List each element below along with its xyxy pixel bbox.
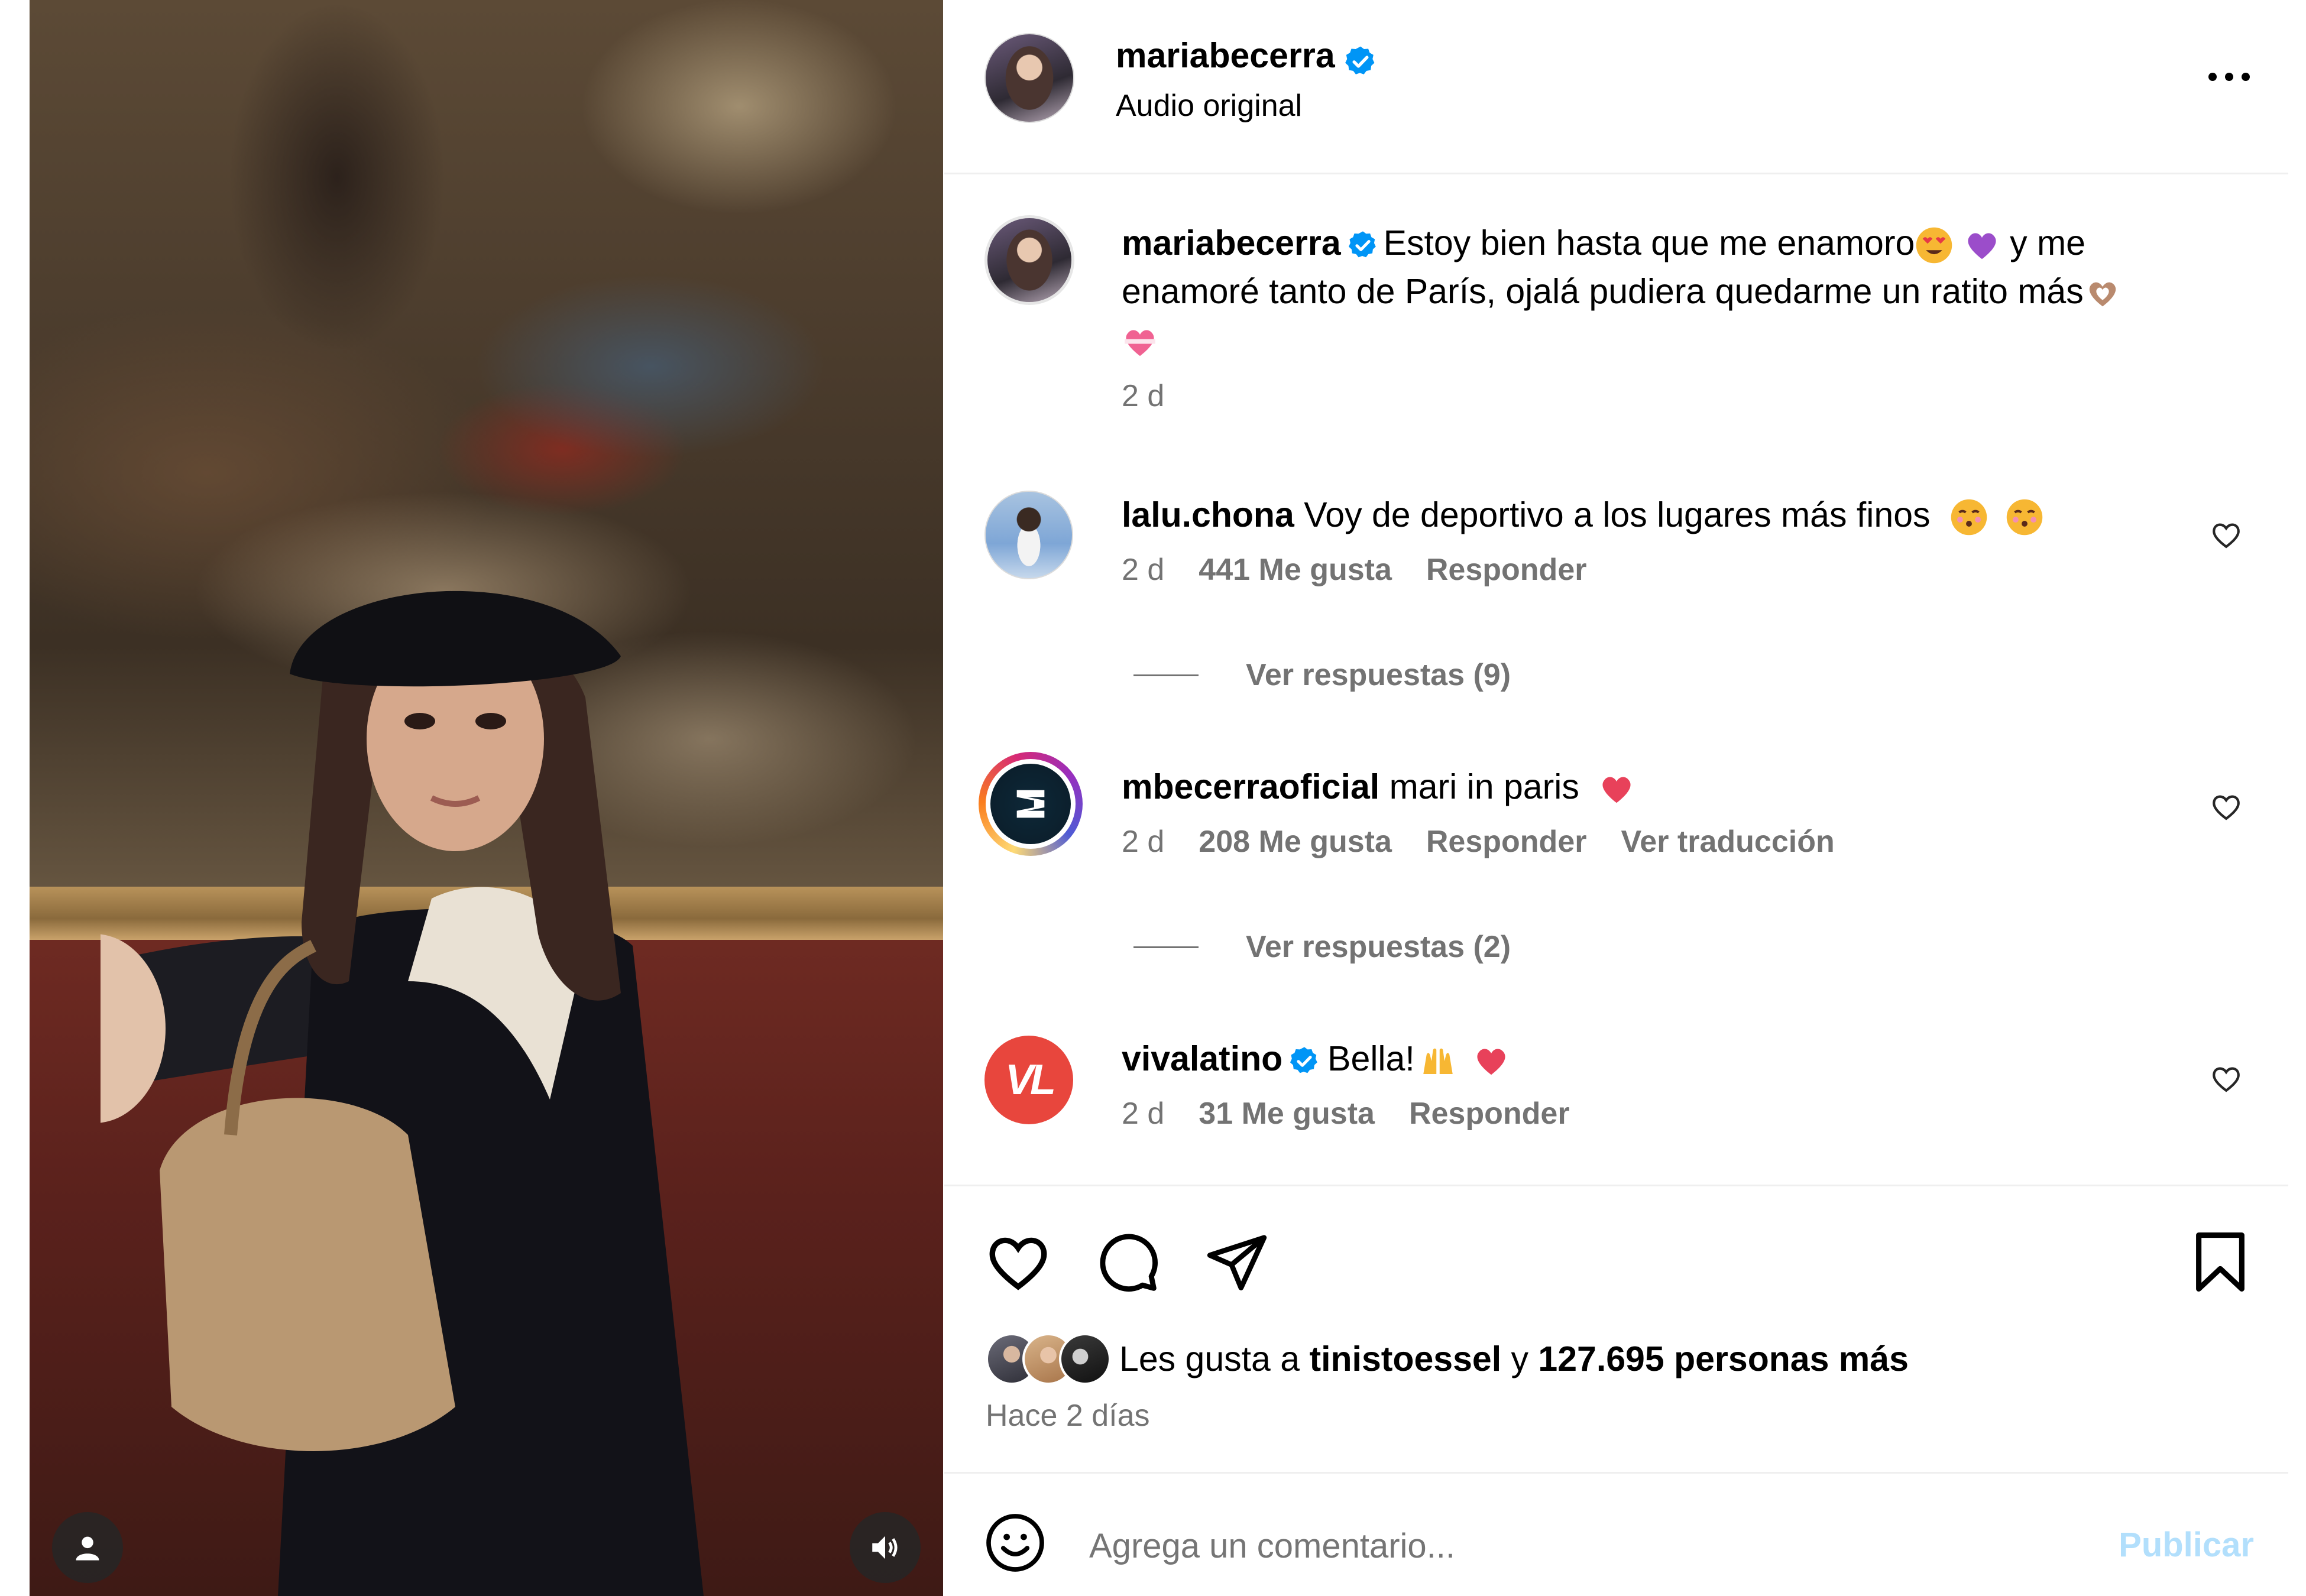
heart-icon [2213,1067,2240,1092]
caption-line1b: y me [2010,223,2085,262]
like-button[interactable] [980,1224,1057,1300]
comment-2-text: mari in paris [1389,767,1579,806]
post-side-panel: mariabecerra Audio original mariabecerra… [944,0,2288,1596]
share-button[interactable] [1199,1224,1275,1300]
caption-text: mariabecerra Estoy bien hasta que me enam… [1122,219,2233,364]
comment-2-username[interactable]: mbecerraoficial [1122,767,1379,806]
comment-3-time[interactable]: 2 d [1122,1096,1164,1131]
audio-label[interactable]: Audio original [1116,88,1378,124]
heart-eyes-emoji-icon [1916,228,1952,264]
verified-badge-icon [1290,1047,1317,1073]
kissing-face-emoji-icon [2007,499,2043,536]
author-avatar[interactable] [984,33,1074,123]
likes-text: Les gusta a tinistoessel y 127.695 perso… [1119,1335,1909,1383]
comment-1-like-button[interactable] [2205,514,2247,556]
heart-hands-emoji-icon [2089,282,2116,307]
comment-2-reply-button[interactable]: Responder [1426,824,1587,859]
comment-avatar-mbecerra [990,764,1071,844]
comment-2-view-replies[interactable]: Ver respuestas (2) [1133,929,1511,965]
verified-badge-icon [1348,231,1376,258]
comment-2-body: mbecerraoficial mari in paris [1122,763,1835,811]
caption-avatar[interactable] [984,215,1074,305]
comment-3-username[interactable]: vivalatino [1122,1039,1282,1078]
user-tag-button[interactable] [52,1512,123,1583]
woman-figure [101,591,704,1596]
kissing-face-emoji-icon [1951,499,1987,536]
comment-2-like-button[interactable] [2205,786,2247,828]
comment-1-reply-button[interactable]: Responder [1426,552,1587,588]
comment-1-body: lalu.chona Voy de deportivo a los lugare… [1122,491,2044,539]
comment-input[interactable] [1089,1513,2035,1578]
emoji-icon [986,1514,1044,1572]
comment-1-text: Voy de deportivo a los lugares más finos [1304,495,1931,534]
heart-icon [2213,795,2240,820]
save-button[interactable] [2182,1224,2259,1300]
user-tag-icon [76,1536,99,1561]
comment-3-meta: 2 d 31 Me gusta Responder [1122,1096,1570,1131]
comment-2-time[interactable]: 2 d [1122,824,1164,859]
comment-2-translate-button[interactable]: Ver traducción [1621,824,1834,859]
more-options-button[interactable] [2200,53,2259,100]
author-username[interactable]: mariabecerra [1116,36,1335,75]
likes-prefix: Les gusta a [1119,1339,1300,1378]
heart-icon [2213,523,2240,549]
heart-emoji-icon [1477,1049,1505,1075]
comment-1-likes[interactable]: 441 Me gusta [1199,552,1392,588]
caption: mariabecerra Estoy bien hasta que me enam… [1122,219,2233,414]
comment-1-meta: 2 d 441 Me gusta Responder [1122,552,2044,588]
heart-emoji-icon [1602,777,1631,803]
purple-heart-emoji-icon [1968,233,1996,259]
likes-count-link[interactable]: 127.695 personas más [1538,1339,1908,1378]
verified-badge-icon [1345,46,1375,74]
comment-3: vivalatino Bella! 2 d 31 Me gusta Respond… [1122,1034,1570,1131]
more-options-icon [2208,73,2250,81]
caption-time[interactable]: 2 d [1122,378,2233,414]
likes-summary: Les gusta a tinistoessel y 127.695 perso… [986,1333,1909,1385]
likes-user-link[interactable]: tinistoessel [1309,1339,1501,1378]
post-date[interactable]: Hace 2 días [986,1398,1150,1433]
liker-avatar-3[interactable] [1059,1333,1111,1385]
comment-2-likes[interactable]: 208 Me gusta [1199,824,1392,859]
replies-line [1133,674,1199,676]
post-media[interactable] [30,0,943,1596]
volume-button[interactable] [850,1512,921,1583]
comment-1-time[interactable]: 2 d [1122,552,1164,588]
caption-line2: enamoré tanto de París, ojalá pudiera qu… [1122,272,2084,311]
post-header-user: mariabecerra Audio original [1116,35,1378,124]
publish-button[interactable]: Publicar [2119,1525,2254,1565]
emoji-picker-button[interactable] [980,1507,1051,1578]
comment-avatar-vivalatino[interactable]: VL [984,1036,1073,1124]
comment-1-username[interactable]: lalu.chona [1122,495,1294,534]
caption-username[interactable]: mariabecerra [1122,223,1341,262]
bookmark-icon [2196,1232,2245,1292]
raising-hands-emoji-icon [1423,1049,1453,1075]
comment-1-view-replies[interactable]: Ver respuestas (9) [1133,657,1511,693]
comment-2: mbecerraoficial mari in paris 2 d 208 Me… [1122,763,1835,859]
comment-avatar-lalu[interactable] [984,491,1073,579]
comment-icon [1100,1234,1158,1292]
volume-icon [872,1536,898,1559]
comment-2-view-replies-label: Ver respuestas (2) [1246,930,1511,964]
header-divider [944,173,2288,174]
comment-1: lalu.chona Voy de deportivo a los lugare… [1122,491,2044,588]
comment-button[interactable] [1089,1224,1166,1300]
comment-1-view-replies-label: Ver respuestas (9) [1246,658,1511,692]
caption-line1: Estoy bien hasta que me enamoro [1383,223,1915,262]
comments-divider [944,1185,2288,1186]
composer-divider [944,1472,2288,1474]
brand-logo-icon [1016,790,1045,818]
comment-2-meta: 2 d 208 Me gusta Responder Ver traducció… [1122,824,1835,859]
likes-middle: y [1511,1339,1529,1378]
vivalatino-logo-text: VL [1005,1056,1056,1104]
comment-3-like-button[interactable] [2205,1058,2247,1099]
comment-3-likes[interactable]: 31 Me gusta [1199,1096,1375,1131]
comment-3-reply-button[interactable]: Responder [1409,1096,1570,1131]
heart-icon [989,1237,1047,1290]
comment-3-text: Bella! [1327,1039,1415,1078]
comment-3-body: vivalatino Bella! [1122,1034,1570,1083]
replies-line [1133,946,1199,948]
ribbon-heart-emoji-icon [1125,330,1155,356]
share-icon [1207,1235,1267,1290]
comment-avatar-mbecerra-story-ring[interactable] [979,752,1083,856]
